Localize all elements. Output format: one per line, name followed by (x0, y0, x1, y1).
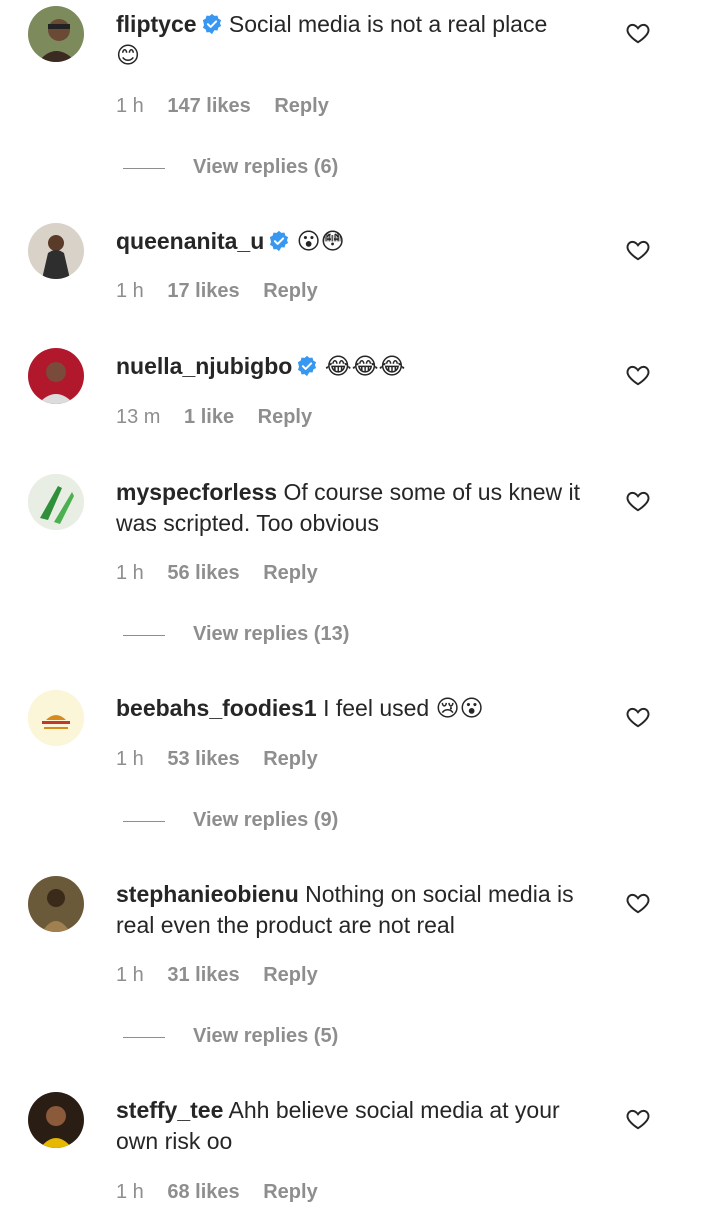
reply-button[interactable]: Reply (263, 1181, 317, 1203)
username[interactable]: stephanieobienu (116, 881, 299, 907)
comment-body: fliptyce Social media is not a real plac… (116, 9, 606, 72)
heart-outline-icon[interactable] (625, 1106, 651, 1132)
reply-button[interactable]: Reply (258, 406, 312, 428)
verified-badge-icon (201, 12, 223, 35)
reply-button[interactable]: Reply (263, 748, 317, 770)
likes-count[interactable]: 1 like (184, 406, 234, 428)
comment: stephanieobienu Nothing on social media … (0, 876, 720, 1066)
username[interactable]: nuella_njubigbo (116, 353, 292, 379)
avatar[interactable] (28, 223, 84, 279)
timestamp: 1 h (116, 280, 144, 302)
timestamp: 1 h (116, 95, 144, 117)
reply-button[interactable]: Reply (263, 964, 317, 986)
avatar[interactable] (28, 690, 84, 746)
timestamp: 13 m (116, 406, 161, 428)
replies-divider (123, 168, 165, 169)
comment-meta: 1 h 17 likes Reply (116, 280, 336, 303)
comment-meta: 1 h 56 likes Reply (116, 562, 336, 585)
likes-count[interactable]: 147 likes (167, 95, 250, 117)
username[interactable]: fliptyce (116, 11, 197, 37)
verified-badge-icon (296, 354, 318, 377)
view-replies-button[interactable]: View replies (6) (193, 156, 338, 179)
comment-meta: 1 h 68 likes Reply (116, 1181, 336, 1204)
verified-badge-icon (268, 229, 290, 252)
comment-text: Social media is not a real place (228, 11, 548, 37)
comment: nuella_njubigbo 😂😂😂 13 m 1 like Reply (0, 348, 720, 448)
comment-emoji: 😊 (116, 43, 140, 69)
view-replies-button[interactable]: View replies (13) (193, 623, 349, 646)
username[interactable]: steffy_tee (116, 1097, 223, 1123)
comment-meta: 1 h 31 likes Reply (116, 964, 336, 987)
likes-count[interactable]: 31 likes (167, 964, 239, 986)
heart-outline-icon[interactable] (625, 362, 651, 388)
comment-body: stephanieobienu Nothing on social media … (116, 879, 606, 941)
comment-meta: 1 h 53 likes Reply (116, 748, 336, 771)
comment-text: I feel used (323, 695, 430, 721)
avatar[interactable] (28, 6, 84, 62)
heart-outline-icon[interactable] (625, 20, 651, 46)
comment-emoji: 😂😂😂 (324, 354, 406, 380)
heart-outline-icon[interactable] (625, 488, 651, 514)
avatar[interactable] (28, 1092, 84, 1148)
view-replies-button[interactable]: View replies (5) (193, 1025, 338, 1048)
comment-body: beebahs_foodies1 I feel used 😢😮 (116, 693, 606, 725)
replies-divider (123, 821, 165, 822)
username[interactable]: queenanita_u (116, 228, 264, 254)
heart-outline-icon[interactable] (625, 890, 651, 916)
comment: steffy_tee Ahh believe social media at y… (0, 1092, 720, 1218)
comment-meta: 1 h 147 likes Reply (116, 95, 347, 118)
comment-body: nuella_njubigbo 😂😂😂 (116, 351, 606, 383)
comment-emoji: 😢😮 (435, 696, 484, 722)
comment: fliptyce Social media is not a real plac… (0, 6, 720, 196)
timestamp: 1 h (116, 562, 144, 584)
comment-emoji: 😮😳 (296, 229, 345, 255)
comment: beebahs_foodies1 I feel used 😢😮 1 h 53 l… (0, 690, 720, 850)
username[interactable]: beebahs_foodies1 (116, 695, 317, 721)
timestamp: 1 h (116, 748, 144, 770)
heart-outline-icon[interactable] (625, 704, 651, 730)
comment: queenanita_u 😮😳 1 h 17 likes Reply (0, 223, 720, 323)
avatar[interactable] (28, 474, 84, 530)
heart-outline-icon[interactable] (625, 237, 651, 263)
comment-body: myspecforless Of course some of us knew … (116, 477, 606, 539)
likes-count[interactable]: 68 likes (167, 1181, 239, 1203)
timestamp: 1 h (116, 964, 144, 986)
comment-body: steffy_tee Ahh believe social media at y… (116, 1095, 606, 1157)
comment: myspecforless Of course some of us knew … (0, 474, 720, 664)
replies-divider (123, 635, 165, 636)
comment-meta: 13 m 1 like Reply (116, 406, 330, 429)
reply-button[interactable]: Reply (274, 95, 328, 117)
reply-button[interactable]: Reply (263, 562, 317, 584)
likes-count[interactable]: 17 likes (167, 280, 239, 302)
avatar[interactable] (28, 348, 84, 404)
timestamp: 1 h (116, 1181, 144, 1203)
likes-count[interactable]: 56 likes (167, 562, 239, 584)
avatar[interactable] (28, 876, 84, 932)
view-replies-button[interactable]: View replies (9) (193, 809, 338, 832)
likes-count[interactable]: 53 likes (167, 748, 239, 770)
reply-button[interactable]: Reply (263, 280, 317, 302)
replies-divider (123, 1037, 165, 1038)
comment-body: queenanita_u 😮😳 (116, 226, 606, 258)
username[interactable]: myspecforless (116, 479, 277, 505)
